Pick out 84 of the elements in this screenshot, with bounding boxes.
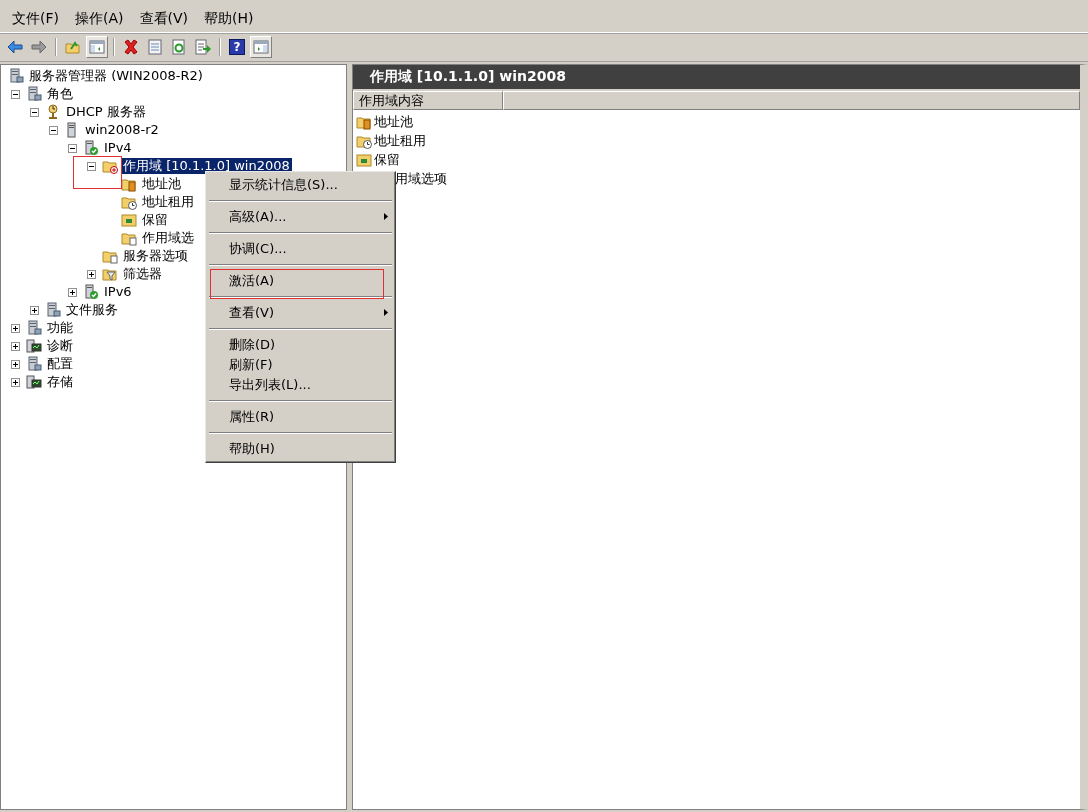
menu-item[interactable]: 删除(D): [229, 336, 276, 354]
tree-item[interactable]: 功能: [45, 320, 75, 336]
server-check-icon: [83, 284, 99, 300]
list-item[interactable]: 地址池: [374, 112, 413, 131]
tree-item[interactable]: 配置: [45, 356, 75, 372]
server-icon: [26, 86, 42, 102]
menu-item[interactable]: 协调(C)...: [229, 240, 287, 258]
tree-item[interactable]: 作用域选: [140, 230, 196, 246]
column-header[interactable]: 作用域内容: [353, 91, 503, 110]
tree-item[interactable]: 角色: [45, 86, 75, 102]
server-icon: [26, 320, 42, 336]
folder-icon: [121, 230, 137, 246]
menu-item[interactable]: 帮助(H): [229, 440, 275, 458]
tree-item[interactable]: 地址池: [140, 176, 183, 192]
tree-item[interactable]: 地址租用: [140, 194, 196, 210]
server-icon: [45, 302, 61, 318]
menu-item[interactable]: 操作(A): [67, 8, 132, 30]
list-item[interactable]: 保留: [374, 150, 400, 169]
menu-item[interactable]: 激活(A): [229, 272, 275, 290]
tree-item[interactable]: 文件服务: [64, 302, 120, 318]
document-icon: [147, 39, 163, 55]
menu-item[interactable]: 查看(V): [229, 304, 275, 322]
help-button[interactable]: ?: [226, 36, 248, 58]
close-icon: [123, 39, 139, 55]
tree-item[interactable]: 作用域 [10.1.1.0] win2008: [121, 158, 292, 174]
monitor-icon: [26, 374, 42, 390]
console-tree-button[interactable]: [86, 36, 108, 58]
collapse-icon[interactable]: [30, 107, 39, 117]
folder-clock-icon: [121, 194, 137, 210]
tree-item[interactable]: 筛选器: [121, 266, 164, 282]
arrow-right-icon: [31, 39, 47, 55]
collapse-icon[interactable]: [11, 89, 20, 99]
list-item[interactable]: 用域选项: [395, 169, 447, 188]
server-icon: [8, 68, 24, 84]
window-icon: [253, 39, 269, 55]
menu-item[interactable]: 导出列表(L)...: [229, 376, 311, 394]
tree-item[interactable]: 保留: [140, 212, 170, 228]
folder-arrow-icon: [65, 39, 81, 55]
collapse-icon[interactable]: [49, 125, 58, 135]
menu-item[interactable]: 刷新(F): [229, 356, 273, 374]
tree-item[interactable]: 服务器管理器 (WIN2008-R2): [27, 68, 205, 84]
window-icon: [89, 39, 105, 55]
collapse-icon[interactable]: [68, 143, 77, 153]
menu-item[interactable]: 查看(V): [131, 8, 196, 30]
export-button[interactable]: [192, 36, 214, 58]
collapse-icon[interactable]: [87, 161, 96, 171]
menu-item[interactable]: 帮助(H): [196, 8, 262, 30]
folder-icon: [121, 212, 137, 228]
tree-item[interactable]: IPv6: [102, 284, 134, 300]
column-header[interactable]: [503, 91, 1080, 110]
menu-item[interactable]: 属性(R): [229, 408, 275, 426]
expand-icon[interactable]: [11, 377, 20, 387]
tree-item[interactable]: win2008-r2: [83, 122, 161, 138]
action-pane-button[interactable]: [250, 36, 272, 58]
tree-item[interactable]: DHCP 服务器: [64, 104, 148, 120]
list-item[interactable]: 地址租用: [374, 131, 426, 150]
expand-icon[interactable]: [11, 323, 20, 333]
submenu-arrow-icon: [384, 213, 388, 220]
menu-item[interactable]: 文件(F): [4, 8, 67, 30]
tree-item[interactable]: 存储: [45, 374, 75, 390]
arrow-left-icon: [7, 39, 23, 55]
clock-stand-icon: [45, 104, 61, 120]
submenu-arrow-icon: [384, 309, 388, 316]
server-check-icon: [83, 140, 99, 156]
tree-item[interactable]: 诊断: [45, 338, 75, 354]
menu-item[interactable]: 高级(A)...: [229, 208, 287, 226]
menu-item[interactable]: 显示统计信息(S)...: [229, 176, 338, 194]
folder-icon: [121, 176, 137, 192]
tree-item[interactable]: IPv4: [102, 140, 134, 156]
funnel-icon: [102, 266, 118, 282]
expand-icon[interactable]: [11, 341, 20, 351]
pane-title: 作用域 [10.1.1.0] win2008: [353, 65, 1080, 91]
refresh-icon: [171, 39, 187, 55]
folder-icon: [356, 151, 372, 168]
expand-icon[interactable]: [11, 359, 20, 369]
server-icon: [26, 356, 42, 372]
expand-icon[interactable]: [30, 305, 39, 315]
expand-icon[interactable]: [87, 269, 96, 279]
folder-icon: [102, 248, 118, 264]
export-icon: [195, 39, 211, 55]
expand-icon[interactable]: [68, 287, 77, 297]
folder-icon: [102, 158, 118, 174]
monitor-icon: [26, 338, 42, 354]
tree-item[interactable]: 服务器选项: [121, 248, 190, 264]
